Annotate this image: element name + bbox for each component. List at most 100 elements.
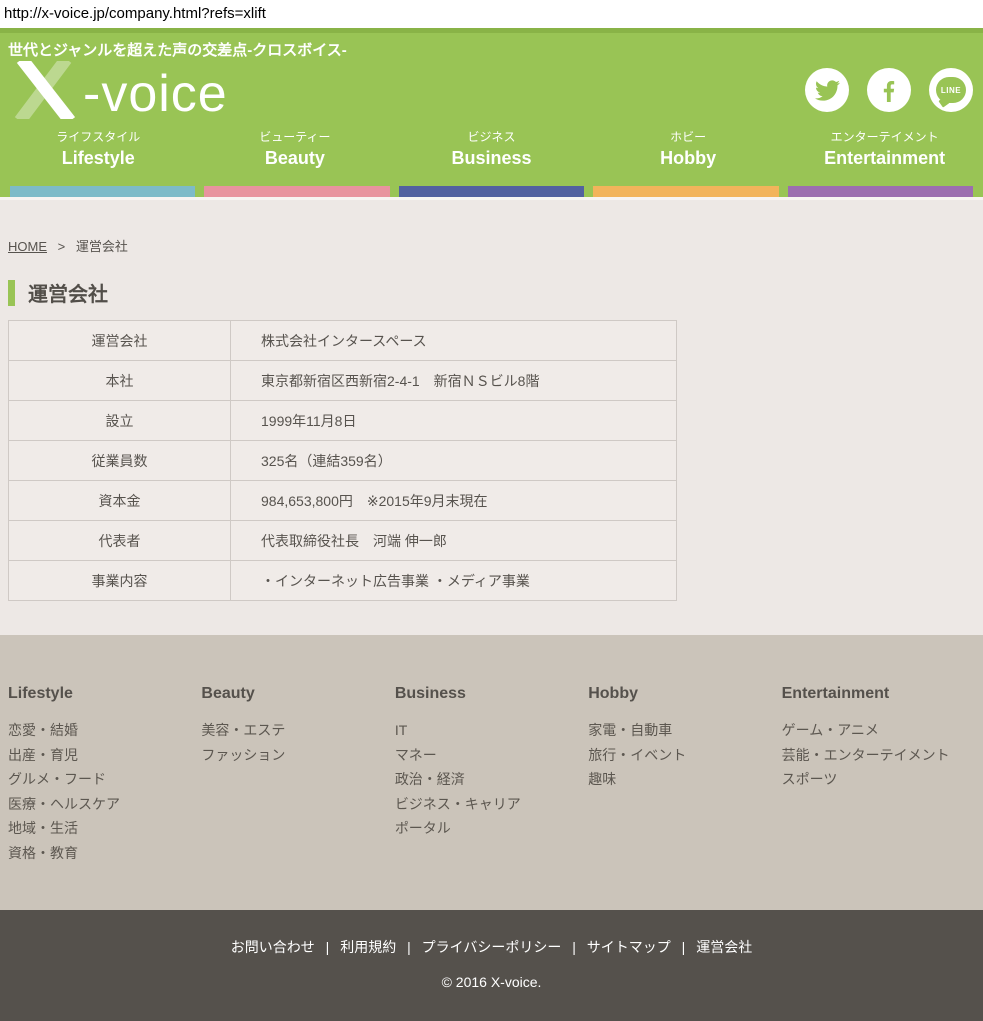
footer-link[interactable]: 家電・自動車 xyxy=(588,718,781,743)
footer-link[interactable]: 美容・エステ xyxy=(201,718,394,743)
facebook-icon[interactable] xyxy=(867,68,911,112)
row-value: 株式会社インタースペース xyxy=(231,321,677,361)
table-row: 本社 東京都新宿区西新宿2-4-1 新宿ＮＳビル8階 xyxy=(9,361,677,401)
footer-link[interactable]: ファッション xyxy=(201,743,394,768)
nav-item-beauty[interactable]: ビューティー Beauty xyxy=(197,128,394,178)
breadcrumb-current: 運営会社 xyxy=(76,239,128,254)
stripe-lifestyle xyxy=(10,186,195,197)
footer-link-separator: | xyxy=(326,939,330,955)
stripe-beauty xyxy=(204,186,389,197)
row-value: 1999年11月8日 xyxy=(231,401,677,441)
row-value: 325名（連結359名） xyxy=(231,441,677,481)
table-row: 従業員数 325名（連結359名） xyxy=(9,441,677,481)
footer-link-separator: | xyxy=(407,939,411,955)
footer-link[interactable]: 旅行・イベント xyxy=(588,743,781,768)
nav-jp-label: ビューティー xyxy=(197,128,394,146)
nav-en-label: Hobby xyxy=(590,146,787,170)
page-title-row: 運営会社 xyxy=(8,278,975,307)
footer-col-business: Business IT マネー 政治・経済 ビジネス・キャリア ポータル xyxy=(395,685,588,910)
footer-link[interactable]: ポータル xyxy=(395,816,588,841)
nav-item-business[interactable]: ビジネス Business xyxy=(393,128,590,178)
logo-text: -voice xyxy=(83,70,228,119)
footer-link[interactable]: 政治・経済 xyxy=(395,767,588,792)
breadcrumb-separator: > xyxy=(58,239,66,254)
row-value: 代表取締役社長 河端 伸一郎 xyxy=(231,521,677,561)
row-value: ・インターネット広告事業 ・メディア事業 xyxy=(231,561,677,601)
row-label: 設立 xyxy=(9,401,231,441)
footer-link-separator: | xyxy=(572,939,576,955)
nav-en-label: Entertainment xyxy=(786,146,983,170)
footer-link[interactable]: グルメ・フード xyxy=(8,767,201,792)
site-tagline: 世代とジャンルを超えた声の交差点-クロスボイス- xyxy=(0,33,983,61)
row-label: 従業員数 xyxy=(9,441,231,481)
row-label: 資本金 xyxy=(9,481,231,521)
nav-color-stripes xyxy=(10,186,973,197)
footer-col-entertainment: Entertainment ゲーム・アニメ 芸能・エンターテイメント スポーツ xyxy=(782,685,975,910)
page: http://x-voice.jp/company.html?refs=xlif… xyxy=(0,0,983,1021)
row-value: 984,653,800円 ※2015年9月末現在 xyxy=(231,481,677,521)
footer-col-title: Lifestyle xyxy=(8,685,201,703)
twitter-icon[interactable] xyxy=(805,68,849,112)
footer-bottom-link[interactable]: サイトマップ xyxy=(587,939,671,955)
browser-url: http://x-voice.jp/company.html?refs=xlif… xyxy=(0,0,983,28)
footer-col-title: Business xyxy=(395,685,588,703)
stripe-business xyxy=(399,186,584,197)
company-info-table: 運営会社 株式会社インタースペース 本社 東京都新宿区西新宿2-4-1 新宿ＮＳ… xyxy=(8,320,677,601)
nav-item-lifestyle[interactable]: ライフスタイル Lifestyle xyxy=(0,128,197,178)
footer-bottom-link[interactable]: 運営会社 xyxy=(696,939,752,955)
row-label: 本社 xyxy=(9,361,231,401)
footer-link[interactable]: ゲーム・アニメ xyxy=(782,718,975,743)
footer-link[interactable]: マネー xyxy=(395,743,588,768)
nav-en-label: Beauty xyxy=(197,146,394,170)
breadcrumb-home-link[interactable]: HOME xyxy=(8,239,47,254)
footer-link[interactable]: 芸能・エンターテイメント xyxy=(782,743,975,768)
logo-x-icon xyxy=(8,61,82,119)
table-row: 資本金 984,653,800円 ※2015年9月末現在 xyxy=(9,481,677,521)
nav-jp-label: ライフスタイル xyxy=(0,128,197,146)
nav-en-label: Business xyxy=(393,146,590,170)
footer-link[interactable]: 恋愛・結婚 xyxy=(8,718,201,743)
footer-bottom-link[interactable]: プライバシーポリシー xyxy=(422,939,562,955)
footer-link[interactable]: ビジネス・キャリア xyxy=(395,792,588,817)
footer-bottom-links: お問い合わせ | 利用規約 | プライバシーポリシー | サイトマップ | 運営… xyxy=(0,937,983,957)
footer-link[interactable]: 医療・ヘルスケア xyxy=(8,792,201,817)
footer-col-hobby: Hobby 家電・自動車 旅行・イベント 趣味 xyxy=(588,685,781,910)
stripe-entertainment xyxy=(788,186,973,197)
footer-link[interactable]: 出産・育児 xyxy=(8,743,201,768)
row-label: 運営会社 xyxy=(9,321,231,361)
footer-link[interactable]: 資格・教育 xyxy=(8,841,201,866)
stripe-hobby xyxy=(593,186,778,197)
nav-jp-label: ホビー xyxy=(590,128,787,146)
site-header: 世代とジャンルを超えた声の交差点-クロスボイス- -voice xyxy=(0,28,983,197)
breadcrumb: HOME > 運営会社 xyxy=(8,236,975,255)
row-value: 東京都新宿区西新宿2-4-1 新宿ＮＳビル8階 xyxy=(231,361,677,401)
footer-link-separator: | xyxy=(682,939,686,955)
main-content: HOME > 運営会社 運営会社 運営会社 株式会社インタースペース 本社 東京… xyxy=(0,197,983,635)
footer-col-title: Entertainment xyxy=(782,685,975,703)
table-row: 代表者 代表取締役社長 河端 伸一郎 xyxy=(9,521,677,561)
line-bubble: LINE xyxy=(936,77,966,103)
copyright: © 2016 X-voice. xyxy=(0,974,983,990)
footer-bottom-link[interactable]: 利用規約 xyxy=(340,939,396,955)
row-label: 事業内容 xyxy=(9,561,231,601)
nav-jp-label: エンターテイメント xyxy=(786,128,983,146)
footer-link[interactable]: 地域・生活 xyxy=(8,816,201,841)
main-nav: ライフスタイル Lifestyle ビューティー Beauty ビジネス Bus… xyxy=(0,119,983,178)
footer-link[interactable]: IT xyxy=(395,718,588,743)
footer-col-title: Beauty xyxy=(201,685,394,703)
footer-col-beauty: Beauty 美容・エステ ファッション xyxy=(201,685,394,910)
site-logo[interactable]: -voice xyxy=(8,61,228,119)
footer-bottom-link[interactable]: お問い合わせ xyxy=(231,939,315,955)
line-icon[interactable]: LINE xyxy=(929,68,973,112)
footer-category-nav: Lifestyle 恋愛・結婚 出産・育児 グルメ・フード 医療・ヘルスケア 地… xyxy=(0,635,983,910)
title-accent-bar xyxy=(8,280,15,306)
nav-en-label: Lifestyle xyxy=(0,146,197,170)
footer-link[interactable]: スポーツ xyxy=(782,767,975,792)
logo-row: -voice LINE xyxy=(0,61,983,119)
table-row: 設立 1999年11月8日 xyxy=(9,401,677,441)
nav-item-hobby[interactable]: ホビー Hobby xyxy=(590,128,787,178)
page-title: 運営会社 xyxy=(28,278,108,307)
table-row: 事業内容 ・インターネット広告事業 ・メディア事業 xyxy=(9,561,677,601)
nav-item-entertainment[interactable]: エンターテイメント Entertainment xyxy=(786,128,983,178)
footer-link[interactable]: 趣味 xyxy=(588,767,781,792)
